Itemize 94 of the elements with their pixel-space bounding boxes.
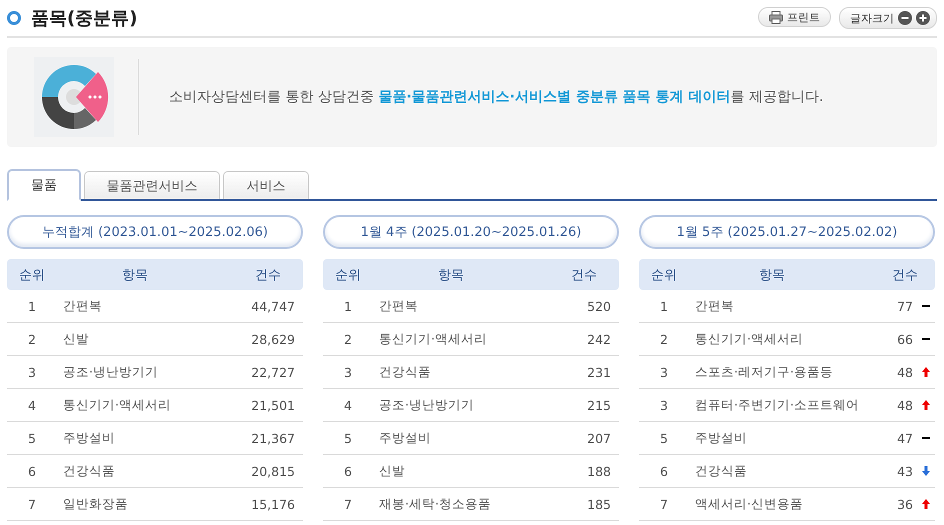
column-header: 순위 bbox=[18, 266, 46, 284]
title-bullet-icon bbox=[7, 11, 21, 25]
rank-cell-text: 1 bbox=[27, 298, 37, 314]
rank-cell-text: 1 bbox=[343, 298, 353, 314]
count-cell-text: 48 bbox=[896, 398, 914, 412]
rank-cell-text: 6 bbox=[659, 464, 669, 478]
column-header: 건수 bbox=[570, 266, 598, 284]
dash-icon bbox=[922, 305, 930, 307]
item-cell-text: 건강식품 bbox=[378, 364, 432, 380]
printer-icon bbox=[769, 10, 783, 24]
item-cell-text: 공조·냉난방기기 bbox=[378, 396, 475, 414]
column-header: 항목 bbox=[758, 266, 786, 284]
rank-cell-text: 2 bbox=[659, 332, 669, 346]
category-tab[interactable]: 서비스 bbox=[223, 171, 309, 199]
rank-cell-text: 2 bbox=[343, 332, 353, 346]
count-cell-text: 231 bbox=[586, 364, 612, 380]
count-cell-text: 66 bbox=[896, 332, 914, 346]
item-cell-text: 액세서리·신변용품 bbox=[694, 496, 804, 512]
count-cell-text: 21,367 bbox=[250, 430, 296, 446]
count-cell-text: 22,727 bbox=[250, 364, 296, 380]
count-cell-text: 207 bbox=[586, 430, 612, 446]
count-cell-text: 215 bbox=[586, 398, 612, 412]
column-header: 건수 bbox=[254, 266, 282, 284]
up-arrow-icon bbox=[922, 499, 930, 509]
item-cell-text: 공조·냉난방기기 bbox=[62, 364, 159, 380]
category-tab[interactable]: 물품 bbox=[7, 169, 81, 201]
rank-cell-text: 1 bbox=[659, 298, 669, 314]
rank-cell-text: 3 bbox=[27, 364, 37, 380]
count-cell-text: 28,629 bbox=[250, 332, 296, 346]
rank-cell-text: 7 bbox=[343, 496, 353, 512]
column-header: 항목 bbox=[437, 266, 465, 284]
period-label: 1월 5주 (2025.01.27~2025.02.02) bbox=[639, 215, 935, 249]
item-cell-text: 재봉·세탁·청소용품 bbox=[378, 496, 492, 512]
item-cell-text: 신발 bbox=[62, 330, 90, 348]
item-cell-text: 통신기기·액세서리 bbox=[694, 330, 804, 348]
item-cell-text: 주방설비 bbox=[694, 430, 748, 446]
count-cell-text: 185 bbox=[586, 496, 612, 512]
column-header: 순위 bbox=[334, 266, 362, 284]
rank-cell-text: 3 bbox=[343, 364, 353, 380]
rank-cell-text: 6 bbox=[343, 464, 353, 478]
period-label: 누적합계 (2023.01.01~2025.02.06) bbox=[7, 215, 303, 249]
item-cell-text: 건강식품 bbox=[694, 462, 748, 480]
item-cell-text: 스포츠·레저기구·용품등 bbox=[694, 364, 834, 380]
rank-cell-text: 5 bbox=[343, 430, 353, 446]
minus-icon[interactable] bbox=[898, 11, 912, 25]
font-size-label: 글자크기 bbox=[850, 10, 894, 26]
rank-cell-text: 7 bbox=[27, 496, 37, 512]
column-header: 건수 bbox=[891, 266, 919, 284]
up-arrow-icon bbox=[922, 367, 930, 377]
item-cell-text: 간편복 bbox=[62, 298, 103, 314]
count-cell-text: 36 bbox=[896, 496, 914, 512]
item-cell-text: 통신기기·액세서리 bbox=[378, 330, 488, 348]
count-cell-text: 47 bbox=[896, 430, 914, 446]
item-cell-text: 간편복 bbox=[694, 298, 735, 314]
period-label: 1월 4주 (2025.01.20~2025.01.26) bbox=[323, 215, 619, 249]
rank-cell-text: 6 bbox=[27, 464, 37, 478]
item-cell-text: 주방설비 bbox=[378, 430, 432, 446]
plus-icon[interactable] bbox=[916, 11, 930, 25]
item-cell-text: 일반화장품 bbox=[62, 496, 129, 512]
item-cell-text: 건강식품 bbox=[62, 462, 116, 480]
count-cell-text: 44,747 bbox=[250, 298, 296, 314]
item-cell-text: 신발 bbox=[378, 462, 406, 480]
page-title: 품목(중분류) bbox=[31, 7, 138, 30]
rank-cell-text: 4 bbox=[27, 398, 37, 412]
rank-cell-text: 7 bbox=[659, 496, 669, 512]
chart-logo-icon bbox=[34, 57, 114, 137]
rank-cell-text: 4 bbox=[343, 398, 353, 412]
intro-text: 소비자상담센터를 통한 상담건중 물품·물품관련서비스·서비스별 중분류 품목 통계 데이터를 제공합니다. bbox=[169, 88, 824, 106]
down-arrow-icon bbox=[922, 466, 930, 476]
rank-cell-text: 5 bbox=[27, 430, 37, 446]
item-cell-text: 통신기기·액세서리 bbox=[62, 396, 172, 414]
rank-cell-text: 5 bbox=[659, 430, 669, 446]
count-cell-text: 520 bbox=[586, 298, 612, 314]
count-cell-text: 48 bbox=[896, 364, 914, 380]
count-cell-text: 20,815 bbox=[250, 464, 296, 478]
rank-cell-text: 3 bbox=[659, 398, 669, 412]
count-cell-text: 77 bbox=[896, 298, 914, 314]
count-cell-text: 15,176 bbox=[250, 496, 296, 512]
count-cell-text: 43 bbox=[896, 464, 914, 478]
rank-cell-text: 2 bbox=[27, 332, 37, 346]
category-tab[interactable]: 물품관련서비스 bbox=[84, 171, 220, 199]
rank-cell-text: 3 bbox=[659, 364, 669, 380]
item-cell-text: 간편복 bbox=[378, 298, 419, 314]
count-cell-text: 21,501 bbox=[250, 398, 296, 412]
dash-icon bbox=[922, 338, 930, 340]
up-arrow-icon bbox=[922, 400, 930, 410]
item-cell-text: 주방설비 bbox=[62, 430, 116, 446]
dash-icon bbox=[922, 437, 930, 439]
column-header: 항목 bbox=[121, 266, 149, 284]
column-header: 순위 bbox=[650, 266, 678, 284]
item-cell-text: 컴퓨터·주변기기·소프트웨어 bbox=[694, 396, 860, 414]
print-button[interactable]: 프린트 bbox=[758, 7, 831, 27]
count-cell-text: 242 bbox=[586, 332, 612, 346]
count-cell-text: 188 bbox=[586, 464, 612, 478]
